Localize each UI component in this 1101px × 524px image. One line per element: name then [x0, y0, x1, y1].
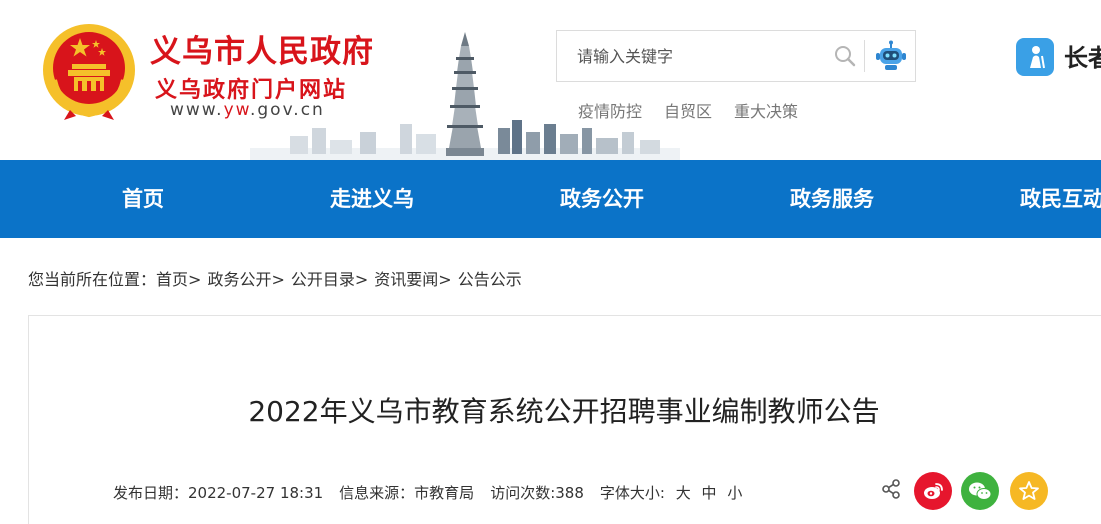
- breadcrumb-item-notices[interactable]: 公告公示: [458, 270, 522, 289]
- font-size-medium-button[interactable]: 中: [702, 484, 717, 502]
- smart-assistant-button[interactable]: [867, 31, 915, 81]
- font-size-control: 字体大小: 大 中 小: [600, 482, 742, 503]
- brand-url-accent: yw: [223, 100, 250, 120]
- breadcrumb: 您当前所在位置：首页> 政务公开> 公开目录> 资讯要闻> 公告公示: [28, 266, 522, 290]
- breadcrumb-item-catalog[interactable]: 公开目录: [291, 270, 355, 289]
- quick-link-decisions[interactable]: 重大决策: [734, 98, 798, 122]
- breadcrumb-separator: >: [188, 270, 202, 289]
- quick-link-epidemic[interactable]: 疫情防控: [578, 98, 642, 122]
- search-box: [556, 30, 916, 82]
- weibo-icon: [924, 483, 943, 499]
- nav-item-gov-services[interactable]: 政务服务: [790, 160, 874, 238]
- font-size-large-button[interactable]: 大: [676, 484, 691, 502]
- nav-item-interaction[interactable]: 政民互动: [1020, 160, 1101, 238]
- nav-item-home[interactable]: 首页: [122, 160, 164, 238]
- search-button[interactable]: [825, 31, 865, 81]
- nav-item-gov-affairs-open[interactable]: 政务公开: [560, 160, 644, 238]
- breadcrumb-separator: >: [271, 270, 285, 289]
- brand-url-prefix: www.: [170, 100, 224, 120]
- elder-person-icon: [1030, 46, 1045, 69]
- search-icon: [835, 46, 856, 67]
- search-divider: [864, 40, 865, 72]
- breadcrumb-separator: >: [354, 270, 369, 289]
- quick-links: 疫情防控 自贸区 重大决策: [578, 98, 798, 122]
- breadcrumb-item-news[interactable]: 资讯要闻: [374, 270, 438, 289]
- search-input[interactable]: [557, 31, 825, 81]
- article-title: 2022年义乌市教育系统公开招聘事业编制教师公告: [248, 395, 880, 428]
- site-header: 义乌市人民政府 义乌政府门户网站 www.yw.gov.cn 请输入关键字 疫情…: [0, 0, 1101, 160]
- main-nav: 首页 走进义乌 政务公开 政务服务 政民互动: [0, 160, 1101, 238]
- share-wechat-button[interactable]: [961, 472, 999, 510]
- share-icon[interactable]: [880, 478, 902, 500]
- robot-icon: [876, 40, 906, 70]
- font-size-small-button[interactable]: 小: [727, 484, 742, 502]
- elder-mode-label[interactable]: 长者: [1064, 38, 1101, 73]
- quick-link-ftz[interactable]: 自贸区: [664, 98, 712, 122]
- share-weibo-button[interactable]: [914, 472, 952, 510]
- share-favorite-button[interactable]: [1010, 472, 1048, 510]
- breadcrumb-separator: >: [438, 270, 452, 289]
- national-emblem-icon: [43, 24, 135, 120]
- font-size-label: 字体大小:: [599, 484, 665, 502]
- breadcrumb-prefix: 您当前所在位置：: [28, 270, 157, 289]
- wechat-icon: [969, 482, 992, 500]
- nav-item-about-yiwu[interactable]: 走进义乌: [330, 160, 414, 238]
- info-source: 信息来源：市教育局: [339, 484, 475, 502]
- visit-count: 访问次数:388: [490, 484, 584, 502]
- favorite-icon: [1019, 481, 1039, 500]
- publish-date: 发布日期：2022-07-27 18:31: [113, 484, 324, 502]
- breadcrumb-item-home[interactable]: 首页: [156, 270, 188, 289]
- elder-mode-icon[interactable]: [1016, 38, 1054, 76]
- breadcrumb-item-gov-affairs[interactable]: 政务公开: [207, 270, 271, 289]
- article-meta: 发布日期：2022-07-27 18:31 信息来源：市教育局 访问次数:388…: [113, 482, 742, 503]
